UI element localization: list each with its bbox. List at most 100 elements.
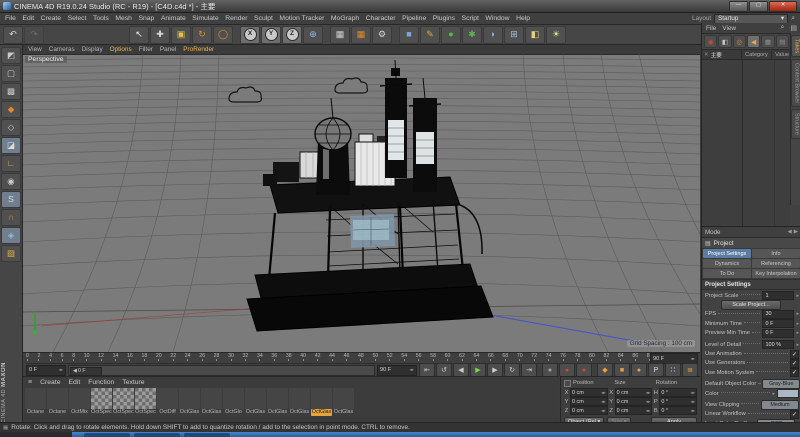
menu-item[interactable]: Window: [485, 15, 509, 22]
viewport-menu-item[interactable]: Options: [110, 46, 132, 53]
menu-item[interactable]: Script: [462, 15, 479, 22]
make-editable-icon[interactable]: ◩: [1, 47, 21, 64]
record-position-icon[interactable]: ◆: [597, 363, 613, 377]
material-item[interactable]: OctGlo: [223, 388, 244, 416]
record-parameter-icon[interactable]: P: [648, 363, 664, 377]
checkbox[interactable]: ✓: [790, 350, 799, 359]
menu-item[interactable]: Plugins: [433, 15, 455, 22]
rotation-field[interactable]: 0 °◂▸: [659, 397, 697, 406]
viewport-menu-item[interactable]: Filter: [139, 46, 153, 53]
checkbox[interactable]: ✓: [790, 359, 799, 368]
viewport-menu-item[interactable]: Cameras: [49, 46, 75, 53]
checkbox[interactable]: ✓: [790, 410, 799, 419]
menu-item[interactable]: Tools: [93, 15, 109, 22]
value-column-header[interactable]: Value: [772, 52, 789, 58]
panel-tab[interactable]: Structure: [791, 109, 800, 139]
viewport-menu-item[interactable]: Display: [82, 46, 103, 53]
menu-item[interactable]: File: [5, 15, 16, 22]
main-take-row[interactable]: ✕ 主要: [702, 50, 742, 59]
take-filter-icon[interactable]: ▦: [761, 35, 774, 48]
coords-lock-icon[interactable]: [564, 380, 571, 387]
subdivision-surface-icon[interactable]: ●: [441, 26, 461, 44]
menu-item[interactable]: Create: [41, 15, 61, 22]
scale-icon[interactable]: ▣: [171, 26, 191, 44]
camera-icon[interactable]: ◧: [525, 26, 545, 44]
material-item[interactable]: OctGlas: [201, 388, 222, 416]
undo-icon[interactable]: ↶: [3, 26, 23, 44]
material-item[interactable]: OctGlas: [245, 388, 266, 416]
next-frame-icon[interactable]: ▶: [487, 363, 503, 377]
material-item[interactable]: OctGlas: [179, 388, 200, 416]
attribute-tab[interactable]: Referencing: [752, 259, 800, 268]
section-header[interactable]: Project Settings: [702, 279, 800, 290]
rotation-field[interactable]: 0 °◂▸: [659, 406, 697, 415]
panel-tab[interactable]: Takes: [791, 35, 800, 57]
goto-start-icon[interactable]: ⇤: [419, 363, 435, 377]
current-frame-field[interactable]: 0 F◂▸: [26, 365, 66, 376]
points-mode-icon[interactable]: ◆: [1, 101, 21, 118]
panel-menu-item[interactable]: File: [706, 25, 716, 32]
viewport-menu-item[interactable]: ProRender: [183, 46, 214, 53]
panel-menu-item[interactable]: View: [722, 25, 736, 32]
viewport-solo-icon[interactable]: ◉: [1, 173, 21, 190]
material-menu-item[interactable]: Function: [88, 379, 114, 386]
position-field[interactable]: 0 cm◂▸: [570, 406, 608, 415]
menu-item[interactable]: Select: [68, 15, 87, 22]
camera-label[interactable]: Perspective: [25, 56, 67, 63]
panel-tab[interactable]: Content Browser: [791, 59, 800, 107]
menu-item[interactable]: Character: [366, 15, 396, 22]
take-manager-body[interactable]: [702, 60, 790, 226]
workplane-icon[interactable]: ◈: [1, 227, 21, 244]
layout-select[interactable]: Startup▾: [714, 14, 788, 24]
menu-item[interactable]: Simulate: [192, 15, 218, 22]
environment-icon[interactable]: ⊞: [504, 26, 524, 44]
position-field[interactable]: 0 cm◂▸: [570, 388, 608, 397]
take-camera-icon[interactable]: ◧: [718, 35, 731, 48]
menu-item[interactable]: Sculpt: [254, 15, 273, 22]
color-swatch[interactable]: [777, 389, 799, 398]
take-tree[interactable]: [702, 60, 743, 226]
material-item[interactable]: Octane: [47, 388, 68, 416]
dropdown[interactable]: Medium: [761, 400, 799, 410]
record-pla-icon[interactable]: ∷: [665, 363, 681, 377]
goto-end-icon[interactable]: ⇥: [521, 363, 537, 377]
timeline-slider-handle[interactable]: ◀0 F: [70, 367, 102, 376]
viewport[interactable]: ViewCamerasDisplayOptionsFilterPanelProR…: [23, 45, 700, 352]
search-icon[interactable]: ⌕: [780, 24, 784, 32]
viewport-menu-item[interactable]: View: [28, 46, 42, 53]
play-backwards-icon[interactable]: ↺: [436, 363, 452, 377]
z-axis-lock-icon[interactable]: Z: [282, 26, 302, 44]
minimize-button[interactable]: —: [729, 1, 748, 12]
take-solo-icon[interactable]: ◀: [747, 35, 760, 48]
workplane-lock-icon[interactable]: ▨: [1, 245, 21, 262]
light-icon[interactable]: ☀: [546, 26, 566, 44]
history-back-icon[interactable]: ◀: [788, 229, 792, 235]
coordinate-system-icon[interactable]: ⊕: [303, 26, 323, 44]
search-icon[interactable]: ⌕: [791, 15, 795, 23]
menu-item[interactable]: Animate: [161, 15, 186, 22]
dropdown[interactable]: Gray-Blue: [762, 379, 800, 389]
record-rotation-icon[interactable]: ●: [631, 363, 647, 377]
material-item[interactable]: OctSpec: [135, 388, 156, 416]
prev-frame-icon[interactable]: ◀: [453, 363, 469, 377]
dock-icon[interactable]: ▤: [790, 24, 797, 32]
titlebar[interactable]: CINEMA 4D R19.0.24 Studio (RC - R19) - […: [0, 0, 800, 13]
material-item[interactable]: OctSpec: [91, 388, 112, 416]
attribute-tab[interactable]: Key Interpolation: [752, 269, 800, 278]
texture-mode-icon[interactable]: ▩: [1, 83, 21, 100]
attribute-tab[interactable]: To Do: [703, 269, 751, 278]
material-menu-item[interactable]: Edit: [69, 379, 81, 386]
take-settings-icon[interactable]: ▤: [776, 35, 789, 48]
menu-item[interactable]: Snap: [138, 15, 154, 22]
auto-take-icon[interactable]: ◎: [733, 35, 746, 48]
render-view-icon[interactable]: ▦: [330, 26, 350, 44]
autokeying-icon[interactable]: ●: [559, 363, 575, 377]
render-to-picture-viewer-icon[interactable]: ▦: [351, 26, 371, 44]
spline-pen-icon[interactable]: ✎: [420, 26, 440, 44]
last-tool-icon[interactable]: ◯: [213, 26, 233, 44]
checkbox[interactable]: ✓: [790, 368, 799, 377]
menu-item[interactable]: Help: [516, 15, 530, 22]
timeline-slider[interactable]: ◀0 F: [68, 365, 375, 376]
attribute-tab[interactable]: Dynamics: [703, 259, 751, 268]
material-item[interactable]: OctDiff: [157, 388, 178, 416]
